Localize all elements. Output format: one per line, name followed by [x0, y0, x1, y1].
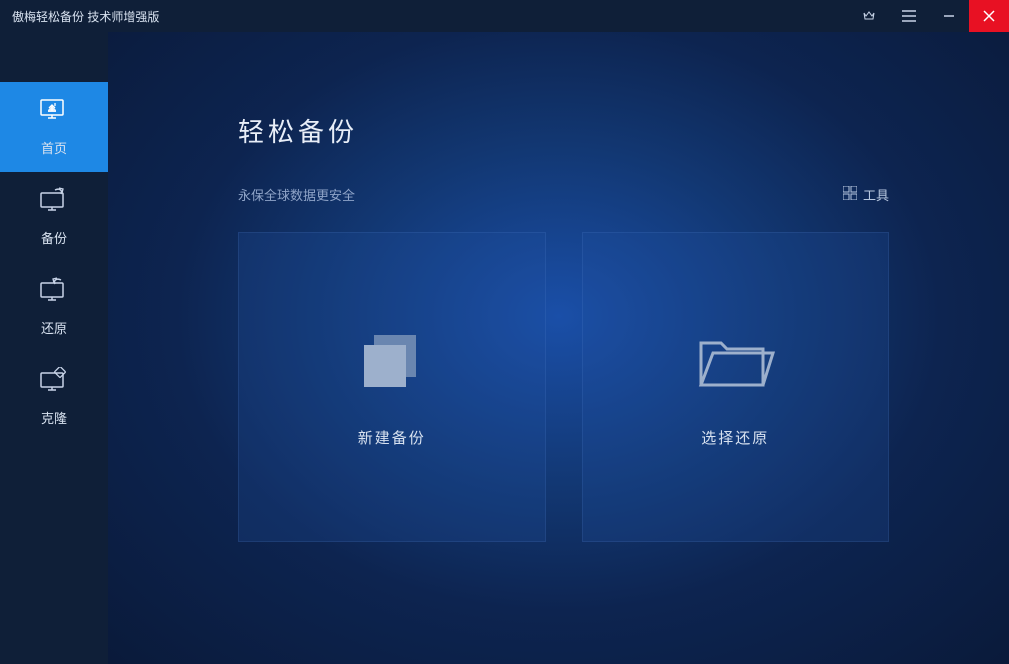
page-title: 轻松备份: [238, 112, 889, 149]
titlebar-controls: [849, 0, 1009, 32]
select-restore-card[interactable]: 选择还原: [582, 232, 890, 542]
sidebar-item-backup[interactable]: 备份: [0, 172, 108, 262]
tools-button[interactable]: 工具: [843, 185, 889, 204]
tools-label: 工具: [863, 185, 889, 204]
grid-icon: [843, 186, 857, 203]
minimize-button[interactable]: [929, 0, 969, 32]
minimize-icon: [943, 10, 955, 22]
close-button[interactable]: [969, 0, 1009, 32]
sidebar: 首页 备份: [0, 32, 108, 664]
sidebar-item-clone[interactable]: 克隆: [0, 352, 108, 442]
sidebar-item-home[interactable]: 首页: [0, 82, 108, 172]
page-subtitle: 永保全球数据更安全: [238, 185, 355, 204]
menu-button[interactable]: [889, 0, 929, 32]
backup-icon: [39, 187, 69, 218]
card-label: 新建备份: [358, 427, 426, 448]
sidebar-item-label: 克隆: [41, 408, 67, 427]
crown-icon: [862, 9, 876, 23]
restore-icon: [39, 277, 69, 308]
main-content: 轻松备份 永保全球数据更安全 工具: [108, 32, 1009, 664]
clone-icon: [39, 367, 69, 398]
menu-icon: [902, 10, 916, 22]
card-label: 选择还原: [701, 427, 769, 448]
new-backup-card[interactable]: 新建备份: [238, 232, 546, 542]
new-backup-icon: [352, 327, 432, 397]
sidebar-item-restore[interactable]: 还原: [0, 262, 108, 352]
sidebar-item-label: 备份: [41, 228, 67, 247]
sidebar-item-label: 首页: [41, 138, 67, 157]
home-icon: [39, 97, 69, 128]
close-icon: [983, 10, 995, 22]
window-title: 傲梅轻松备份 技术师增强版: [12, 8, 159, 25]
crown-button[interactable]: [849, 0, 889, 32]
sidebar-item-label: 还原: [41, 318, 67, 337]
folder-icon: [695, 327, 775, 397]
titlebar: 傲梅轻松备份 技术师增强版: [0, 0, 1009, 32]
